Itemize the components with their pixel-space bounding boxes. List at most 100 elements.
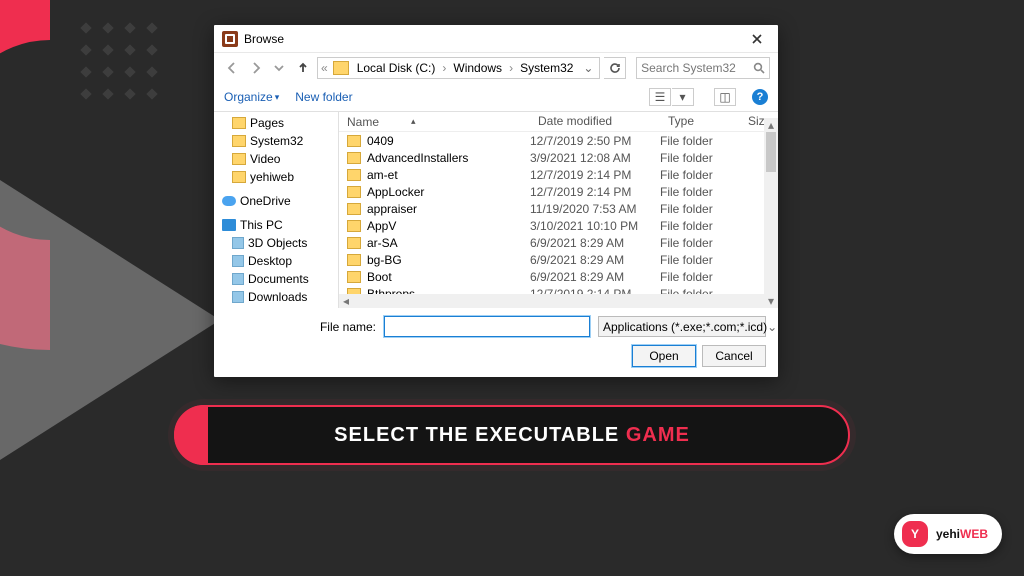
caption-text: SELECT THE EXECUTABLE GAME: [176, 424, 848, 447]
row-name: bg-BG: [367, 253, 402, 267]
filename-input[interactable]: [384, 316, 590, 337]
row-type: File folder: [660, 270, 740, 284]
back-button[interactable]: [222, 57, 242, 79]
tree-item-label: Desktop: [248, 254, 292, 268]
folder-icon: [333, 61, 349, 75]
breadcrumb[interactable]: « Local Disk (C:) › Windows › System32 ⌄: [317, 57, 600, 79]
row-name: 0409: [367, 134, 394, 148]
address-dropdown-icon[interactable]: ⌄: [579, 61, 597, 75]
preview-pane-button[interactable]: ◫: [714, 88, 736, 106]
tree-item[interactable]: This PC: [214, 216, 338, 234]
tree-item[interactable]: OneDrive: [214, 192, 338, 210]
cancel-button[interactable]: Cancel: [702, 345, 766, 367]
recent-button[interactable]: [270, 57, 290, 79]
tree-item[interactable]: System32: [214, 132, 338, 150]
row-name: AppLocker: [367, 185, 424, 199]
tree-item[interactable]: yehiweb: [214, 168, 338, 186]
folder-icon: [232, 153, 246, 165]
row-type: File folder: [660, 287, 740, 295]
tree-item[interactable]: Pages: [214, 114, 338, 132]
crumb-overflow[interactable]: «: [320, 58, 329, 78]
view-mode[interactable]: ☰▾: [649, 88, 694, 106]
scroll-left-icon[interactable]: ◂: [339, 294, 353, 308]
tree-item-label: OneDrive: [240, 194, 291, 208]
folder-icon: [347, 152, 361, 164]
row-date: 6/9/2021 8:29 AM: [530, 236, 660, 250]
col-name: Name▴: [339, 112, 530, 131]
col-type[interactable]: Type: [660, 112, 740, 131]
row-date: 3/10/2021 10:10 PM: [530, 219, 660, 233]
table-row[interactable]: AdvancedInstallers3/9/2021 12:08 AMFile …: [339, 149, 778, 166]
tree-item-label: 3D Objects: [248, 236, 307, 250]
refresh-button[interactable]: [604, 57, 626, 79]
folder-icon: [347, 271, 361, 283]
column-headers[interactable]: Name▴ Date modified Type Size: [339, 112, 778, 132]
tree-item-label: Pages: [250, 116, 284, 130]
vertical-scrollbar[interactable]: ▴ ▾: [764, 132, 778, 294]
chevron-down-icon: ▾: [275, 92, 280, 103]
search-input[interactable]: Search System32: [636, 57, 770, 79]
filename-label: File name:: [226, 320, 376, 334]
forward-button[interactable]: [246, 57, 266, 79]
sq-icon: [232, 291, 244, 303]
row-name: Bthprops: [367, 287, 415, 295]
file-type-select[interactable]: Applications (*.exe;*.com;*.icd) ⌄: [598, 316, 766, 337]
table-row[interactable]: AppV3/10/2021 10:10 PMFile folder: [339, 217, 778, 234]
row-name: appraiser: [367, 202, 417, 216]
table-row[interactable]: bg-BG6/9/2021 8:29 AMFile folder: [339, 251, 778, 268]
row-name: AdvancedInstallers: [367, 151, 468, 165]
pc-icon: [222, 219, 236, 231]
folder-icon: [347, 220, 361, 232]
scroll-up-icon[interactable]: ▴: [764, 118, 778, 132]
table-row[interactable]: 0409 12/7/2019 2:50 PMFile folder: [339, 132, 778, 149]
folder-icon: [347, 237, 361, 249]
up-button[interactable]: [293, 57, 313, 79]
table-row[interactable]: Bthprops12/7/2019 2:14 PMFile folder: [339, 285, 778, 294]
brand-logo-icon: Y: [902, 521, 928, 547]
row-type: File folder: [660, 134, 740, 148]
row-date: 3/9/2021 12:08 AM: [530, 151, 660, 165]
table-row[interactable]: appraiser11/19/2020 7:53 AMFile folder: [339, 200, 778, 217]
row-date: 12/7/2019 2:50 PM: [530, 134, 660, 148]
crumb-1[interactable]: Windows: [449, 58, 506, 78]
browse-dialog: Browse « Local Disk (C:) › Windows › Sys…: [214, 25, 778, 377]
nav-tree[interactable]: Pages System32 Video yehiweb OneDrive This PC…: [214, 112, 339, 308]
open-button[interactable]: Open: [632, 345, 696, 367]
sq-icon: [232, 255, 244, 267]
sq-icon: [232, 237, 244, 249]
crumb-0[interactable]: Local Disk (C:): [353, 58, 440, 78]
folder-icon: [347, 254, 361, 266]
scroll-down-icon[interactable]: ▾: [764, 294, 778, 308]
view-dropdown-icon[interactable]: ▾: [672, 88, 694, 106]
tree-item[interactable]: 3D Objects: [214, 234, 338, 252]
row-type: File folder: [660, 236, 740, 250]
close-button[interactable]: [744, 29, 770, 49]
row-date: 6/9/2021 8:29 AM: [530, 253, 660, 267]
scroll-thumb[interactable]: [766, 132, 776, 172]
table-row[interactable]: AppLocker12/7/2019 2:14 PMFile folder: [339, 183, 778, 200]
table-row[interactable]: am-et12/7/2019 2:14 PMFile folder: [339, 166, 778, 183]
search-icon: [753, 62, 765, 74]
view-details-icon[interactable]: ☰: [649, 88, 671, 106]
tree-item[interactable]: Documents: [214, 270, 338, 288]
row-name: ar-SA: [367, 236, 398, 250]
crumb-2[interactable]: System32: [516, 58, 577, 78]
tree-item[interactable]: Desktop: [214, 252, 338, 270]
search-placeholder: Search System32: [641, 61, 736, 75]
titlebar: Browse: [214, 25, 778, 53]
address-bar: « Local Disk (C:) › Windows › System32 ⌄…: [214, 53, 778, 83]
toolbar: Organize ▾ New folder ☰▾ ◫ ?: [214, 83, 778, 111]
table-row[interactable]: Boot6/9/2021 8:29 AMFile folder: [339, 268, 778, 285]
tree-item[interactable]: Video: [214, 150, 338, 168]
row-date: 6/9/2021 8:29 AM: [530, 270, 660, 284]
folder-icon: [347, 169, 361, 181]
new-folder-button[interactable]: New folder: [295, 90, 352, 104]
help-button[interactable]: ?: [752, 89, 768, 105]
organize-menu[interactable]: Organize ▾: [224, 90, 279, 104]
row-date: 11/19/2020 7:53 AM: [530, 202, 660, 216]
col-date[interactable]: Date modified: [530, 112, 660, 131]
horizontal-scrollbar[interactable]: ◂▸: [339, 294, 778, 308]
tree-item[interactable]: Downloads: [214, 288, 338, 306]
tree-item-label: Video: [250, 152, 280, 166]
table-row[interactable]: ar-SA 6/9/2021 8:29 AMFile folder: [339, 234, 778, 251]
